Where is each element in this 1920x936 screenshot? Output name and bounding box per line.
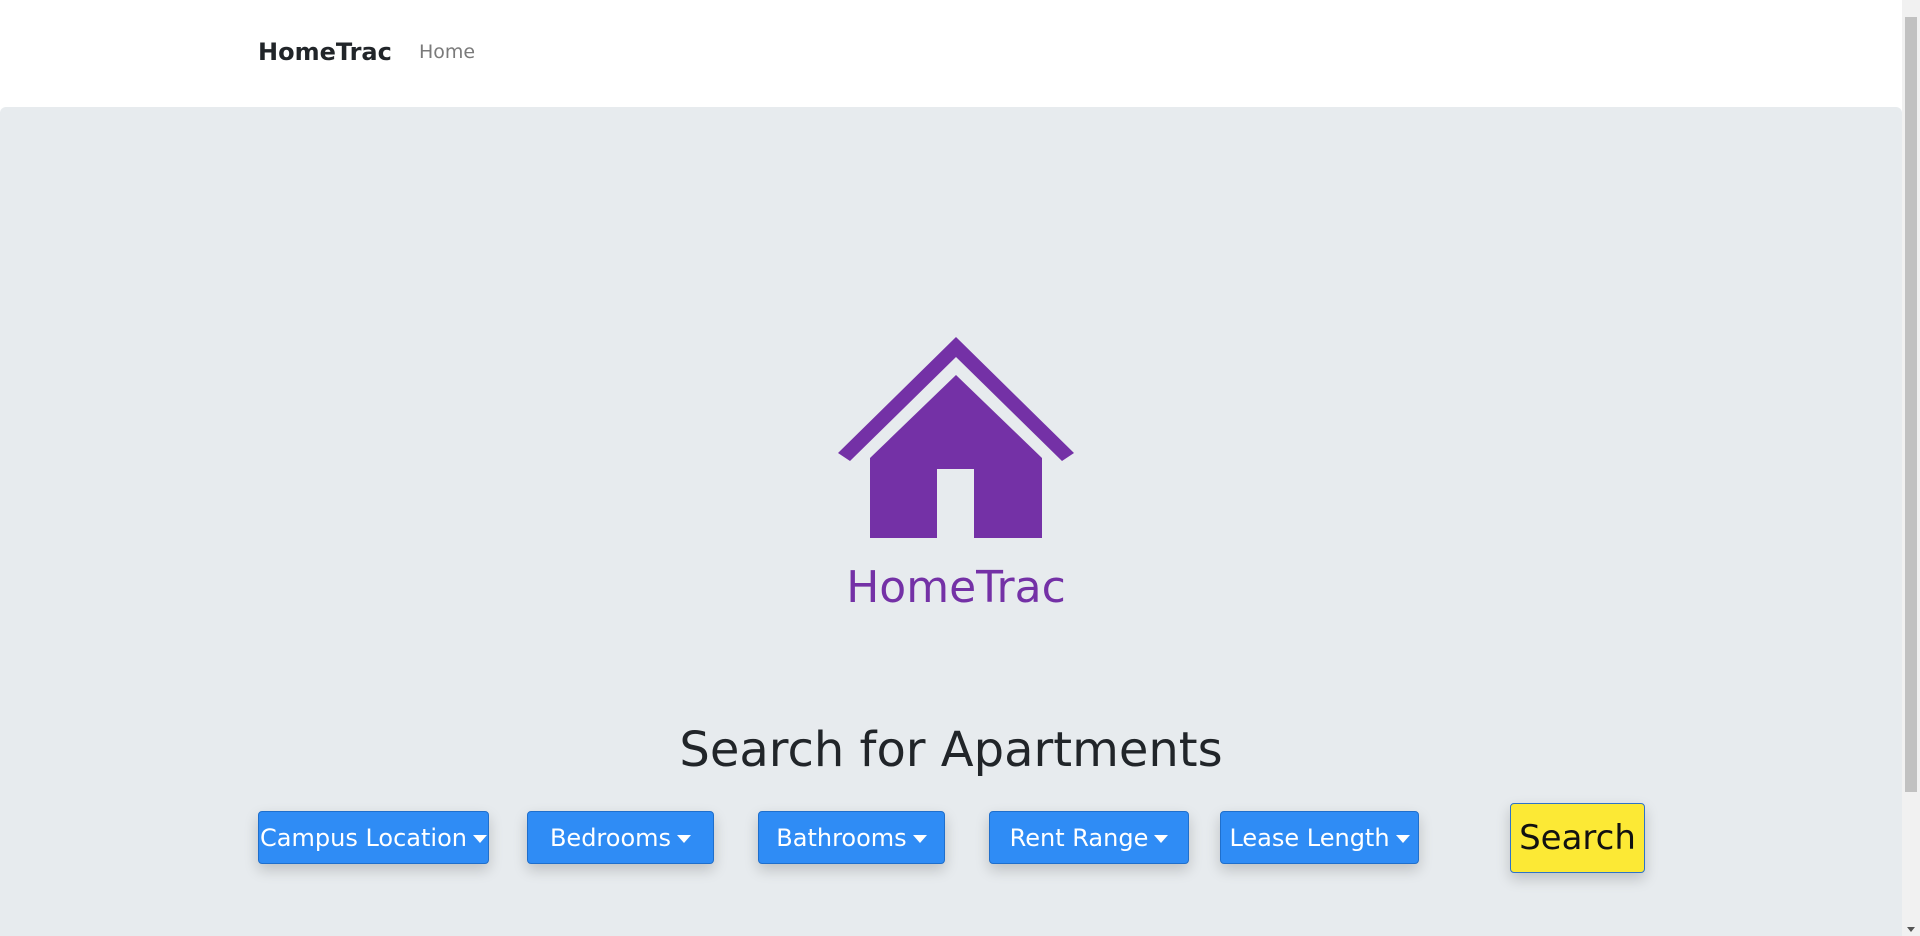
bathrooms-label: Bathrooms (776, 823, 907, 852)
search-button[interactable]: Search (1510, 803, 1645, 873)
rent-range-dropdown[interactable]: Rent Range (989, 811, 1189, 864)
campus-location-dropdown[interactable]: Campus Location (258, 811, 489, 864)
nav-link-home[interactable]: Home (419, 41, 475, 63)
caret-down-icon (677, 834, 692, 843)
campus-location-label: Campus Location (260, 823, 467, 852)
vertical-scrollbar[interactable] (1902, 0, 1920, 936)
brand-link[interactable]: HomeTrac (258, 38, 392, 66)
scrollbar-thumb[interactable] (1905, 17, 1917, 792)
bedrooms-label: Bedrooms (549, 823, 672, 852)
caret-down-icon (1395, 834, 1410, 843)
bedrooms-dropdown[interactable]: Bedrooms (527, 811, 714, 864)
rent-range-label: Rent Range (1009, 823, 1149, 852)
page-heading: Search for Apartments (679, 722, 1223, 779)
lease-length-dropdown[interactable]: Lease Length (1220, 811, 1419, 864)
caret-down-icon (1154, 834, 1169, 843)
caret-down-icon (472, 834, 487, 843)
scroll-down-arrow-icon[interactable] (1907, 927, 1915, 932)
top-navbar: HomeTrac Home (0, 0, 1902, 107)
house-icon (838, 337, 1074, 538)
lease-length-label: Lease Length (1229, 823, 1390, 852)
caret-down-icon (912, 834, 927, 843)
bathrooms-dropdown[interactable]: Bathrooms (758, 811, 945, 864)
logo-text: HomeTrac (846, 562, 1066, 613)
